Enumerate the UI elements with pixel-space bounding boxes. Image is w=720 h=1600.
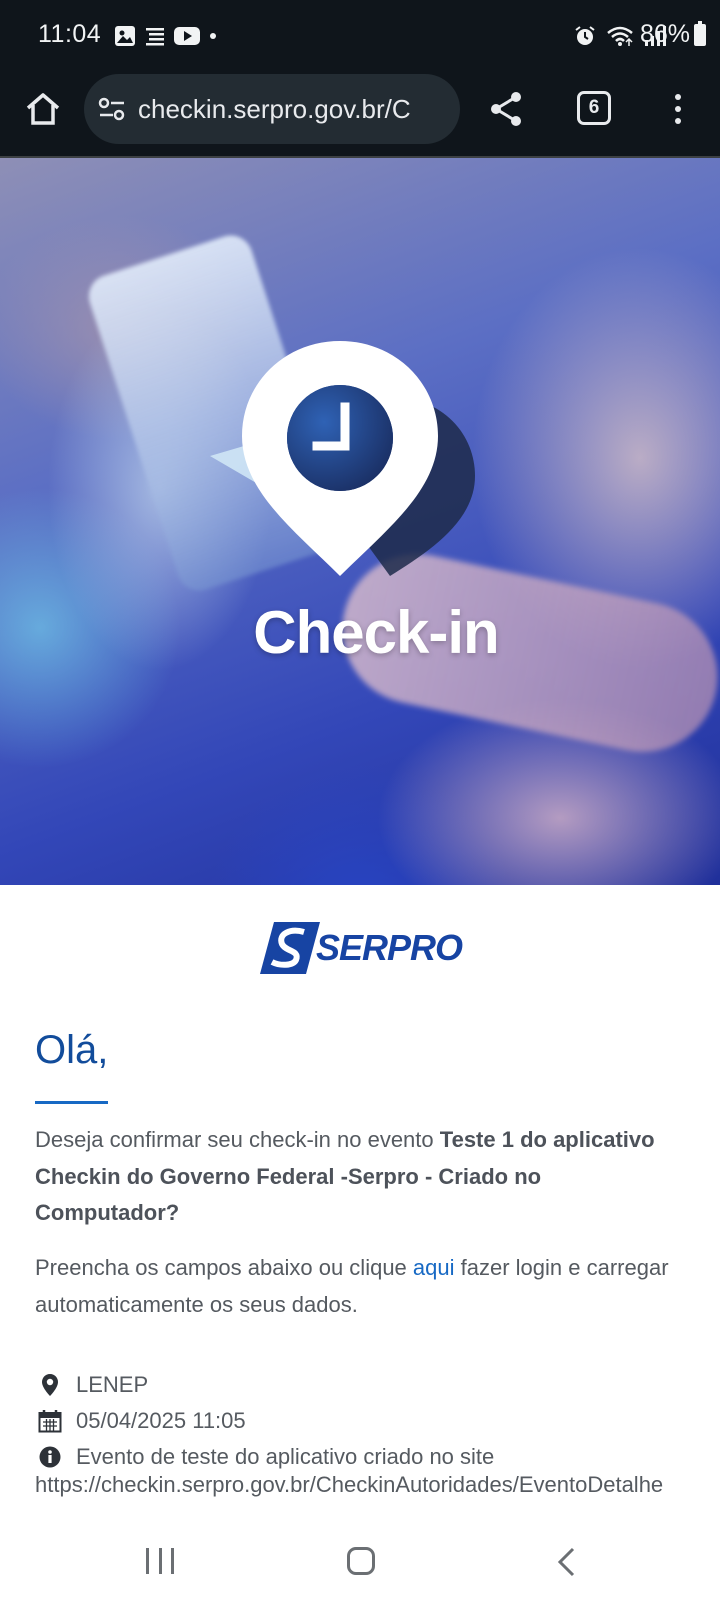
browser-toolbar: checkin.serpro.gov.br/C 6	[0, 72, 720, 158]
battery-percent: 86%	[639, 20, 690, 48]
event-name-part-3: Computador?	[35, 1200, 180, 1225]
event-name-part-1: Teste 1 do aplicativo	[439, 1127, 655, 1152]
event-location: LENEP	[76, 1372, 149, 1397]
share-icon	[491, 92, 521, 126]
login-instructions: Preencha os campos abaixo ou clique aqui…	[35, 1250, 720, 1323]
greeting-heading: Olá,	[35, 1028, 109, 1072]
instructions-text-before: Preencha os campos abaixo ou clique	[35, 1255, 407, 1280]
home-button[interactable]	[22, 88, 64, 130]
home-nav-button[interactable]	[347, 1547, 375, 1575]
status-bar: 11:04 86%	[0, 0, 720, 72]
alarm-icon	[575, 26, 595, 45]
location-row: LENEP	[38, 1372, 148, 1398]
site-settings-button[interactable]	[98, 95, 126, 123]
confirm-line-2: Checkin do Governo Federal -Serpro - Cri…	[35, 1159, 720, 1196]
description-row: Evento de teste do aplicativo criado no …	[38, 1444, 494, 1470]
youtube-icon	[174, 27, 200, 45]
event-name-part-2: Checkin do Governo Federal -Serpro - Cri…	[35, 1163, 542, 1189]
system-nav-bar	[0, 1516, 720, 1600]
datetime-row: 05/04/2025 11:05	[38, 1408, 246, 1434]
share-button[interactable]	[486, 88, 528, 130]
address-bar[interactable]: checkin.serpro.gov.br/C	[84, 74, 460, 144]
tabs-button[interactable]: 6	[577, 91, 611, 125]
confirm-line-3: Computador?	[35, 1195, 720, 1232]
back-icon[interactable]	[555, 1546, 579, 1578]
notes-icon	[146, 28, 164, 46]
status-time: 11:04	[38, 20, 102, 48]
gallery-icon	[115, 26, 135, 46]
event-datetime: 05/04/2025 11:05	[76, 1408, 246, 1433]
checkin-pin-clock-icon	[210, 341, 475, 576]
login-link[interactable]: aqui	[413, 1255, 455, 1280]
calendar-icon	[38, 1409, 62, 1433]
menu-icon[interactable]	[666, 88, 690, 130]
battery-indicator: 86%	[640, 20, 706, 49]
event-description-line-1: Evento de teste do aplicativo criado no …	[76, 1444, 495, 1469]
serpro-logo-text: SERPRO	[316, 927, 463, 968]
home-icon	[26, 93, 60, 125]
info-icon	[38, 1445, 62, 1469]
recents-button[interactable]	[146, 1548, 174, 1574]
confirm-message: Deseja confirmar seu check-in no evento …	[35, 1122, 720, 1232]
heading-underline	[35, 1101, 108, 1104]
tab-count: 6	[588, 97, 600, 118]
wifi-icon	[607, 26, 633, 46]
confirm-line-1: Deseja confirmar seu check-in no evento …	[35, 1122, 720, 1159]
notification-icons	[114, 25, 218, 47]
dot-icon	[210, 33, 216, 39]
map-marker-icon	[38, 1373, 62, 1397]
battery-icon	[694, 20, 706, 46]
serpro-logo: SERPRO	[260, 920, 463, 976]
serpro-emblem-icon	[260, 922, 320, 974]
confirm-prefix: Deseja confirmar seu check-in no evento	[35, 1127, 434, 1152]
url-text: checkin.serpro.gov.br/C	[138, 93, 411, 124]
hero-banner: Check-in	[0, 158, 720, 885]
hero-title: Check-in	[253, 599, 499, 666]
event-description-line-2: https://checkin.serpro.gov.br/CheckinAut…	[35, 1472, 664, 1497]
tune-icon	[98, 97, 125, 121]
